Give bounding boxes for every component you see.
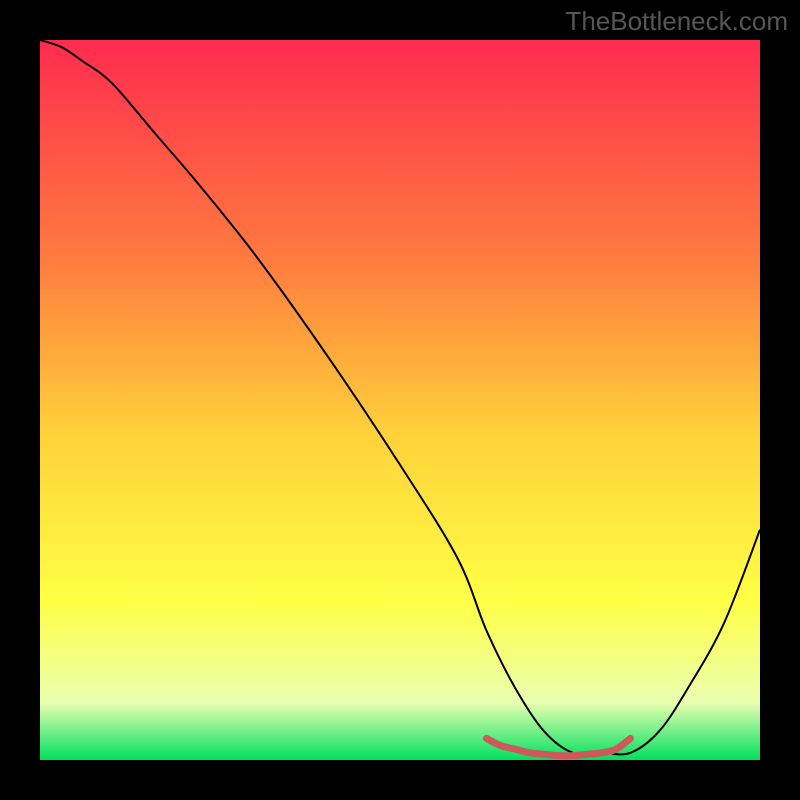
chart-plot-area — [40, 40, 760, 760]
watermark-text: TheBottleneck.com — [565, 6, 788, 37]
gradient-background — [40, 40, 760, 760]
chart-svg — [40, 40, 760, 760]
